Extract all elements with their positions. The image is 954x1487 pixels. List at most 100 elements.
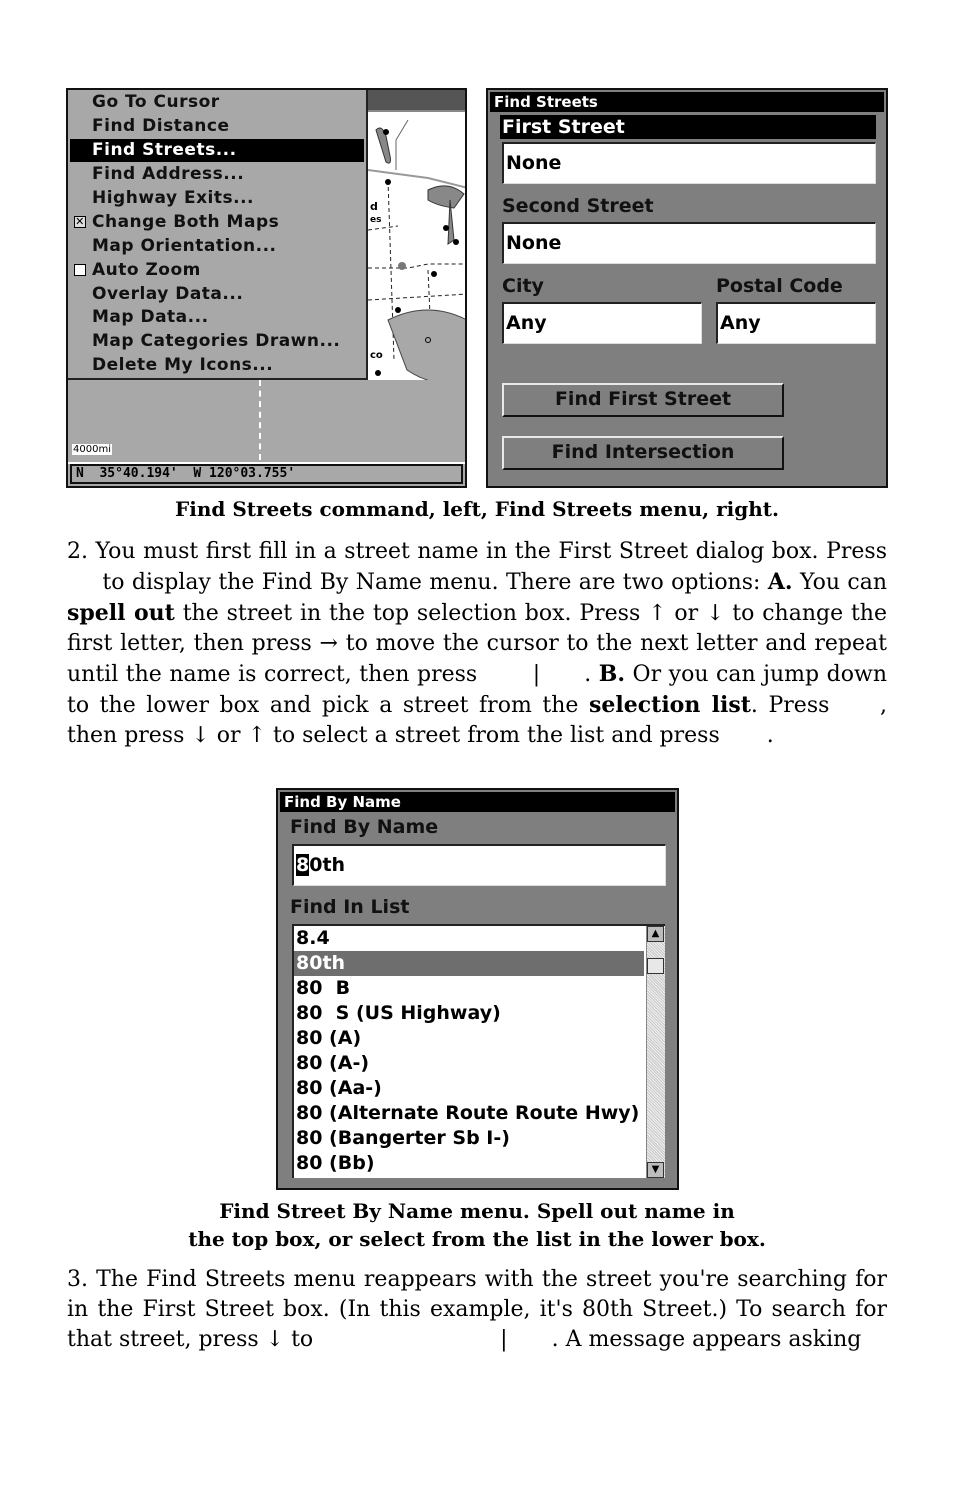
dialog-title: Find By Name	[280, 792, 675, 812]
city-dot	[395, 307, 401, 313]
find-streets-dialog: Find Streets First Street None Second St…	[486, 88, 888, 488]
option-a-label: A.	[767, 569, 793, 595]
emphasis-selection-list: selection list	[589, 692, 751, 718]
checkbox-unchecked-icon[interactable]	[74, 264, 86, 276]
paragraph-step-3: 3. The Find Streets menu reappears with …	[67, 1265, 887, 1355]
menu-item-auto-zoom[interactable]: Auto Zoom	[70, 259, 364, 282]
list-item[interactable]: 8.4	[294, 926, 644, 951]
scroll-thumb[interactable]	[647, 958, 664, 974]
text: .	[766, 723, 774, 748]
city-dot	[443, 225, 449, 231]
first-street-field[interactable]: None	[502, 142, 876, 184]
menu-item-find-address[interactable]: Find Address...	[70, 163, 364, 186]
coordinate-readout: N 35°40.194' W 120°03.755'	[70, 464, 463, 484]
first-street-label: First Street	[500, 115, 876, 139]
find-first-street-button[interactable]: Find First Street	[502, 383, 784, 417]
map-grid-line	[259, 380, 261, 460]
caption-line: the top box, or select from the list in …	[188, 1227, 766, 1251]
menu-item-go-to-cursor[interactable]: Go To Cursor	[70, 91, 364, 114]
list-item[interactable]: 80 (A)	[294, 1026, 644, 1051]
find-in-list-label: Find In List	[290, 896, 410, 918]
list-item[interactable]: 80 (Bb)	[294, 1151, 644, 1176]
postal-code-label: Postal Code	[716, 275, 843, 297]
postal-code-field[interactable]: Any	[716, 302, 876, 344]
text-cursor: 8	[296, 854, 310, 876]
scroll-up-icon[interactable]: ▲	[647, 926, 664, 942]
list-item[interactable]: 80 S (US Highway)	[294, 1001, 644, 1026]
menu-item-overlay-data[interactable]: Overlay Data...	[70, 283, 364, 306]
find-by-name-dialog: Find By Name Find By Name 80th Find In L…	[276, 788, 679, 1190]
city-dot	[375, 370, 381, 376]
find-intersection-button[interactable]: Find Intersection	[502, 436, 784, 470]
figure-caption-2: Find Street By Name menu. Spell out name…	[66, 1197, 888, 1253]
city-field[interactable]: Any	[502, 302, 702, 344]
text: . Press	[750, 693, 840, 718]
list-item-selected[interactable]: 80th	[294, 951, 644, 976]
menu-item-label: Overlay Data...	[92, 284, 244, 304]
menu-item-label: Map Categories Drawn...	[92, 331, 341, 351]
list-item[interactable]: 80 (Bangerter Sb I-)	[294, 1126, 644, 1151]
list-item[interactable]: 80 (A-)	[294, 1051, 644, 1076]
dialog-title: Find Streets	[490, 92, 884, 112]
second-street-field[interactable]: None	[502, 222, 876, 264]
menu-item-highway-exits[interactable]: Highway Exits...	[70, 187, 364, 210]
menu-item-label: Highway Exits...	[92, 188, 255, 208]
city-dot	[383, 129, 389, 135]
option-b-label: B.	[598, 661, 625, 687]
map-scale: 4000mi	[72, 444, 112, 455]
street-list[interactable]: 8.4 80th 80 B 80 S (US Highway) 80 (A) 8…	[292, 924, 665, 1178]
figure-caption-1: Find Streets command, left, Find Streets…	[175, 497, 779, 521]
input-text: 0th	[309, 854, 346, 876]
menu-item-label: Auto Zoom	[92, 260, 201, 280]
text: .	[584, 662, 599, 687]
menu-item-label: Find Address...	[92, 164, 245, 184]
city-dot	[398, 262, 406, 270]
menu-item-map-categories-drawn[interactable]: Map Categories Drawn...	[70, 330, 364, 353]
menu-item-label: Change Both Maps	[92, 212, 280, 232]
menu-item-label: Map Orientation...	[92, 236, 277, 256]
map-screen-with-menu: d es co 4000mi N 35°40.194' W 120°03.755…	[66, 88, 467, 488]
menu-item-find-distance[interactable]: Find Distance	[70, 115, 364, 138]
text: . A message appears asking	[551, 1327, 862, 1352]
gulf-of-mexico	[387, 309, 465, 384]
menu-item-map-orientation[interactable]: Map Orientation...	[70, 235, 364, 258]
menu-item-map-data[interactable]: Map Data...	[70, 306, 364, 329]
key-separator: |	[500, 1327, 508, 1352]
city-label: City	[502, 275, 544, 297]
paragraph-step-2: 2. You must first fill in a street name …	[67, 537, 887, 751]
map-ocean-area	[68, 380, 465, 464]
city-dot	[431, 271, 437, 277]
menu-item-label: Find Distance	[92, 116, 230, 136]
border-line	[395, 119, 409, 170]
list-item[interactable]: 80 (Alternate Route Route Hwy)	[294, 1101, 644, 1126]
map-label: co	[370, 350, 383, 361]
great-lakes-shape	[427, 185, 465, 209]
list-item[interactable]: 80 B	[294, 976, 644, 1001]
emphasis-spell-out: spell out	[67, 600, 175, 626]
list-item[interactable]: 80 (Aa-)	[294, 1076, 644, 1101]
caption-line: Find Street By Name menu. Spell out name…	[219, 1199, 735, 1223]
text: to display the Find By Name menu. There …	[95, 570, 768, 595]
menu-item-label: Go To Cursor	[92, 92, 220, 112]
city-dot	[385, 179, 391, 185]
text: 2. You must first fill in a street name …	[67, 539, 887, 564]
map-label: d	[370, 200, 378, 213]
border-line	[367, 169, 465, 189]
menu-item-find-streets[interactable]: Find Streets...	[70, 139, 364, 162]
map-label: es	[370, 215, 381, 225]
find-by-name-input[interactable]: 80th	[292, 844, 666, 886]
list-scrollbar[interactable]: ▲ ▼	[646, 926, 665, 1178]
map-title-bar	[368, 90, 465, 112]
city-dot	[453, 239, 459, 245]
text: You can	[792, 570, 887, 595]
menu-item-label: Delete My Icons...	[92, 355, 274, 375]
menu-item-label: Find Streets...	[92, 140, 237, 160]
menu-item-delete-my-icons[interactable]: Delete My Icons...	[70, 354, 364, 377]
checkbox-checked-icon[interactable]: ✕	[74, 216, 86, 228]
key-separator: |	[532, 662, 541, 687]
menu-item-change-both-maps[interactable]: ✕ Change Both Maps	[70, 211, 364, 234]
menu-item-label: Map Data...	[92, 307, 209, 327]
second-street-label: Second Street	[502, 195, 654, 217]
map-popup-menu: Go To Cursor Find Distance Find Streets.…	[68, 90, 368, 380]
scroll-down-icon[interactable]: ▼	[647, 1162, 664, 1178]
